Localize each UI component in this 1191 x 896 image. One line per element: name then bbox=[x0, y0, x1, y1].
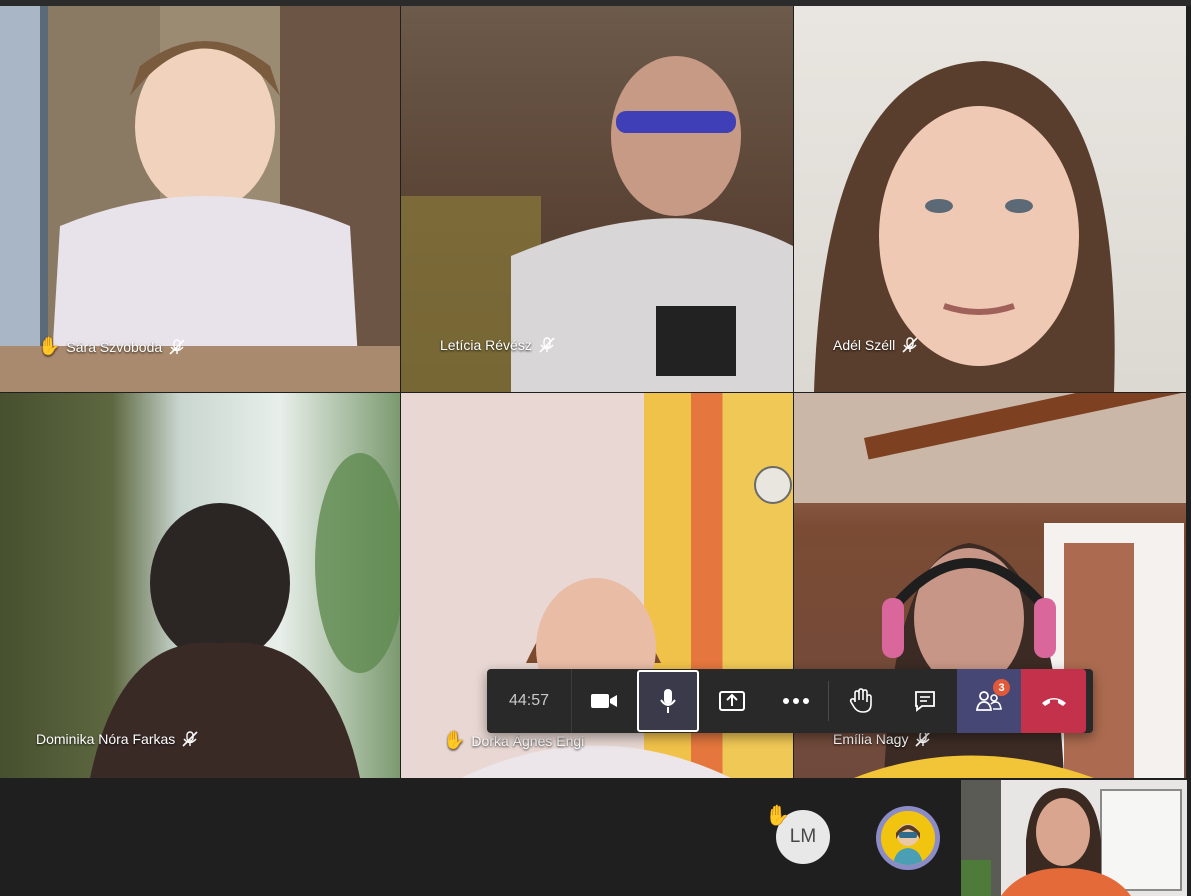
participant-name-bar: ✋ Sára Szvoboda bbox=[38, 336, 186, 357]
camera-button[interactable] bbox=[572, 669, 636, 733]
participant-video bbox=[814, 61, 1115, 392]
avatar-image bbox=[881, 811, 935, 865]
participant-name: Dominika Nóra Farkas bbox=[36, 731, 176, 747]
raise-hand-button[interactable] bbox=[829, 669, 893, 733]
participant-name: Sára Szvoboda bbox=[66, 338, 163, 355]
meeting-control-bar: 44:57 3 bbox=[487, 669, 1093, 733]
raised-hand-icon: ✋ bbox=[765, 805, 790, 827]
self-video-feed bbox=[961, 780, 1187, 896]
meeting-timer: 44:57 bbox=[487, 669, 572, 733]
participant-video bbox=[90, 453, 400, 778]
participant-video bbox=[401, 56, 793, 392]
participant-name: Dorka Ágnes Engi bbox=[471, 732, 585, 749]
camera-icon bbox=[591, 694, 617, 708]
share-screen-button[interactable] bbox=[700, 669, 764, 733]
muted-mic-icon bbox=[169, 338, 185, 355]
raise-hand-icon bbox=[849, 688, 872, 713]
video-tile[interactable]: Letícia Révész bbox=[401, 6, 793, 392]
participant-name-bar: Dominika Nóra Farkas bbox=[36, 730, 199, 748]
share-screen-icon bbox=[719, 691, 745, 711]
participant-name: Adél Széll bbox=[833, 337, 896, 353]
more-options-icon bbox=[783, 698, 809, 704]
hang-up-icon bbox=[1041, 698, 1066, 706]
participants-button[interactable]: 3 bbox=[957, 669, 1021, 733]
participants-count-badge: 3 bbox=[993, 679, 1010, 696]
video-tile[interactable]: Dominika Nóra Farkas bbox=[0, 393, 400, 778]
participant-name-bar: Letícia Révész bbox=[440, 336, 556, 354]
video-tile[interactable]: Adél Széll bbox=[794, 6, 1186, 392]
video-grid: ✋ Sára Szvoboda Letícia Révész Adél Szél… bbox=[0, 6, 1186, 778]
participant-name: Letícia Révész bbox=[440, 337, 532, 353]
participant-name-bar: ✋ Dorka Ágnes Engi bbox=[443, 730, 584, 751]
microphone-icon bbox=[660, 689, 676, 713]
microphone-button[interactable] bbox=[637, 670, 699, 732]
self-view-video[interactable] bbox=[961, 780, 1187, 896]
more-options-button[interactable] bbox=[764, 669, 828, 733]
participant-avatar-photo[interactable] bbox=[876, 806, 940, 870]
muted-mic-icon bbox=[182, 731, 198, 747]
chat-icon bbox=[915, 691, 935, 712]
participant-name: Emília Nagy bbox=[833, 731, 909, 747]
video-tile[interactable]: ✋ Sára Szvoboda bbox=[0, 6, 400, 392]
hang-up-button[interactable] bbox=[1021, 669, 1086, 733]
raised-hand-icon: ✋ bbox=[38, 336, 61, 356]
muted-mic-icon bbox=[539, 337, 555, 353]
raised-hand-icon: ✋ bbox=[443, 730, 466, 750]
muted-mic-icon bbox=[902, 337, 918, 353]
participant-video bbox=[0, 6, 400, 392]
participant-name-bar: Adél Széll bbox=[833, 336, 919, 354]
chat-button[interactable] bbox=[893, 669, 957, 733]
